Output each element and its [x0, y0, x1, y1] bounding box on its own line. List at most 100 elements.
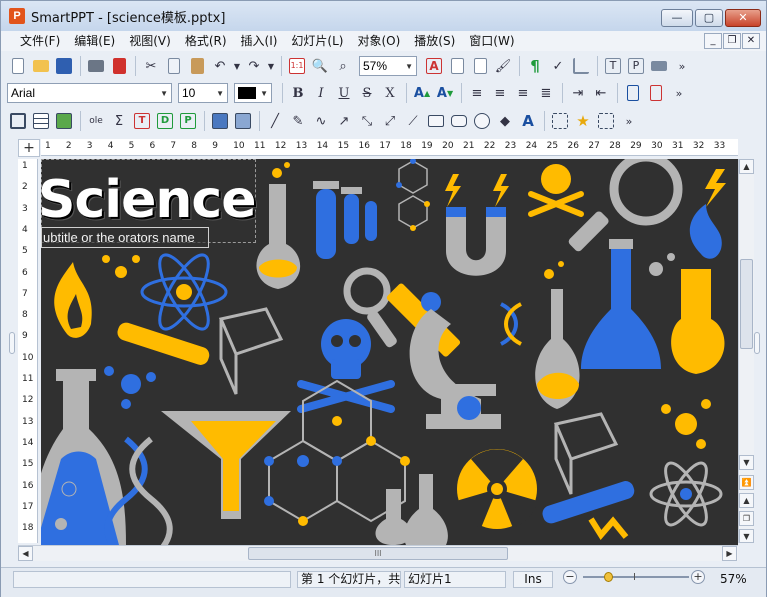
group-icon[interactable]	[549, 110, 571, 132]
horizontal-scroll-thumb[interactable]: III	[248, 547, 508, 560]
bullet-list-icon[interactable]	[622, 82, 644, 104]
vertical-scroll-thumb[interactable]	[740, 259, 753, 349]
undo-icon[interactable]: ↶	[209, 55, 231, 77]
align-center-icon[interactable]: ≡	[489, 82, 511, 104]
scroll-left-button[interactable]: ◀	[18, 546, 33, 561]
toolbar-overflow-icon[interactable]: »	[671, 55, 693, 77]
audio-icon[interactable]	[232, 110, 254, 132]
undo-dropdown-icon[interactable]: ▼	[232, 55, 242, 77]
next-slide-button[interactable]: ▼	[739, 529, 754, 543]
paste-icon[interactable]	[186, 55, 208, 77]
menu-window[interactable]: 窗口(W)	[462, 31, 521, 51]
line-tool-icon[interactable]: ╱	[264, 110, 286, 132]
font-color-select[interactable]: ▼	[234, 83, 272, 103]
scroll-down-button[interactable]: ▼	[739, 455, 754, 470]
zoom-in-button[interactable]: +	[691, 570, 705, 584]
copy-slide-button[interactable]: ❐	[739, 511, 754, 526]
frame-icon[interactable]	[7, 110, 29, 132]
italic-button[interactable]: I	[310, 82, 332, 104]
print-icon[interactable]	[85, 55, 107, 77]
indent-increase-icon[interactable]: ⇥	[567, 82, 589, 104]
doc-restore-button[interactable]: ❐	[723, 33, 741, 49]
ole-object-icon[interactable]: ole	[85, 110, 107, 132]
page-icon[interactable]: P	[625, 55, 647, 77]
menu-file[interactable]: 文件(F)	[13, 31, 67, 51]
arrow-tool-icon[interactable]: ↗	[333, 110, 355, 132]
menu-view[interactable]: 视图(V)	[122, 31, 178, 51]
text-frame-icon[interactable]: T	[131, 110, 153, 132]
right-panel-toggle[interactable]	[754, 332, 760, 354]
curve-tool-icon[interactable]: ∿	[310, 110, 332, 132]
paragraph-icon[interactable]: ¶	[524, 55, 546, 77]
prev-slide-button[interactable]: ▲	[739, 493, 754, 508]
cut-icon[interactable]: ✂	[140, 55, 162, 77]
menu-edit[interactable]: 编辑(E)	[67, 31, 122, 51]
insert-slide-icon[interactable]	[446, 55, 468, 77]
scroll-up-button[interactable]: ▲	[739, 159, 754, 174]
menu-format[interactable]: 格式(R)	[178, 31, 234, 51]
underline-button[interactable]: U	[333, 82, 355, 104]
connector-icon[interactable]: ⤡	[356, 110, 378, 132]
zoom-icon[interactable]: 🔍	[309, 55, 331, 77]
chart-icon[interactable]	[570, 55, 592, 77]
minimize-button[interactable]: —	[661, 9, 693, 27]
save-icon[interactable]	[53, 55, 75, 77]
redo-icon[interactable]: ↷	[243, 55, 265, 77]
polyline-icon[interactable]: ⟋	[402, 110, 424, 132]
ellipse-icon[interactable]	[471, 110, 493, 132]
text-color-icon[interactable]: A	[423, 55, 445, 77]
open-folder-icon[interactable]	[30, 55, 52, 77]
outline-icon[interactable]	[469, 55, 491, 77]
zoom-out-button[interactable]: −	[563, 570, 577, 584]
decrease-font-icon[interactable]: A ▼	[434, 82, 456, 104]
zoom-select[interactable]: 57% ▼	[359, 56, 417, 76]
copy-icon[interactable]	[163, 55, 185, 77]
menu-object[interactable]: 对象(O)	[350, 31, 407, 51]
spell-check-icon[interactable]: ✓	[547, 55, 569, 77]
toolbar-overflow-icon[interactable]: »	[668, 82, 690, 104]
doc-close-button[interactable]: ✕	[742, 33, 760, 49]
star-icon[interactable]: ★	[572, 110, 594, 132]
numbered-list-icon[interactable]	[645, 82, 667, 104]
doc-minimize-button[interactable]: _	[704, 33, 722, 49]
vertical-scrollbar[interactable]: ▲ ▼ ⏫ ▲ ❐ ▼	[738, 159, 754, 543]
first-slide-button[interactable]: ⏫	[739, 475, 754, 490]
shapes-icon[interactable]: ◆	[494, 110, 516, 132]
font-size-select[interactable]: 10 ▼	[178, 83, 228, 103]
subtitle-placeholder[interactable]: ubtitle or the orators name	[41, 227, 209, 248]
strikethrough-button[interactable]: S	[356, 82, 378, 104]
text-box-icon[interactable]: T	[602, 55, 624, 77]
page-field-icon[interactable]: P	[177, 110, 199, 132]
crop-icon[interactable]	[595, 110, 617, 132]
slide-canvas[interactable]: Science ubtitle or the orators name	[41, 159, 738, 545]
menu-insert[interactable]: 插入(I)	[234, 31, 285, 51]
zoom-slider-thumb[interactable]	[604, 572, 613, 582]
layers-icon[interactable]	[648, 55, 670, 77]
slideshow-icon[interactable]: 1:1	[286, 55, 308, 77]
increase-font-icon[interactable]: A ▲	[411, 82, 433, 104]
indent-decrease-icon[interactable]: ⇤	[590, 82, 612, 104]
word-art-icon[interactable]: A	[517, 110, 539, 132]
pdf-export-icon[interactable]	[108, 55, 130, 77]
align-left-icon[interactable]: ≡	[466, 82, 488, 104]
format-brush-icon[interactable]: 🖌	[492, 55, 514, 77]
table-icon[interactable]	[30, 110, 52, 132]
toolbar-overflow-icon[interactable]: »	[618, 110, 640, 132]
maximize-button[interactable]: ▢	[695, 9, 723, 27]
bold-button[interactable]: B	[287, 82, 309, 104]
left-panel-toggle[interactable]	[9, 332, 15, 354]
clear-format-button[interactable]: X	[379, 82, 401, 104]
pencil-tool-icon[interactable]: ✎	[287, 110, 309, 132]
ruler-corner-button[interactable]: +	[18, 139, 40, 157]
video-icon[interactable]	[209, 110, 231, 132]
rectangle-icon[interactable]	[425, 110, 447, 132]
formula-icon[interactable]: Σ	[108, 110, 130, 132]
image-icon[interactable]	[53, 110, 75, 132]
horizontal-scrollbar[interactable]: ◀ III ▶	[18, 545, 738, 561]
new-doc-icon[interactable]	[7, 55, 29, 77]
align-right-icon[interactable]: ≡	[512, 82, 534, 104]
redo-dropdown-icon[interactable]: ▼	[266, 55, 276, 77]
menu-play[interactable]: 播放(S)	[407, 31, 462, 51]
scroll-right-button[interactable]: ▶	[722, 546, 737, 561]
rounded-rect-icon[interactable]	[448, 110, 470, 132]
